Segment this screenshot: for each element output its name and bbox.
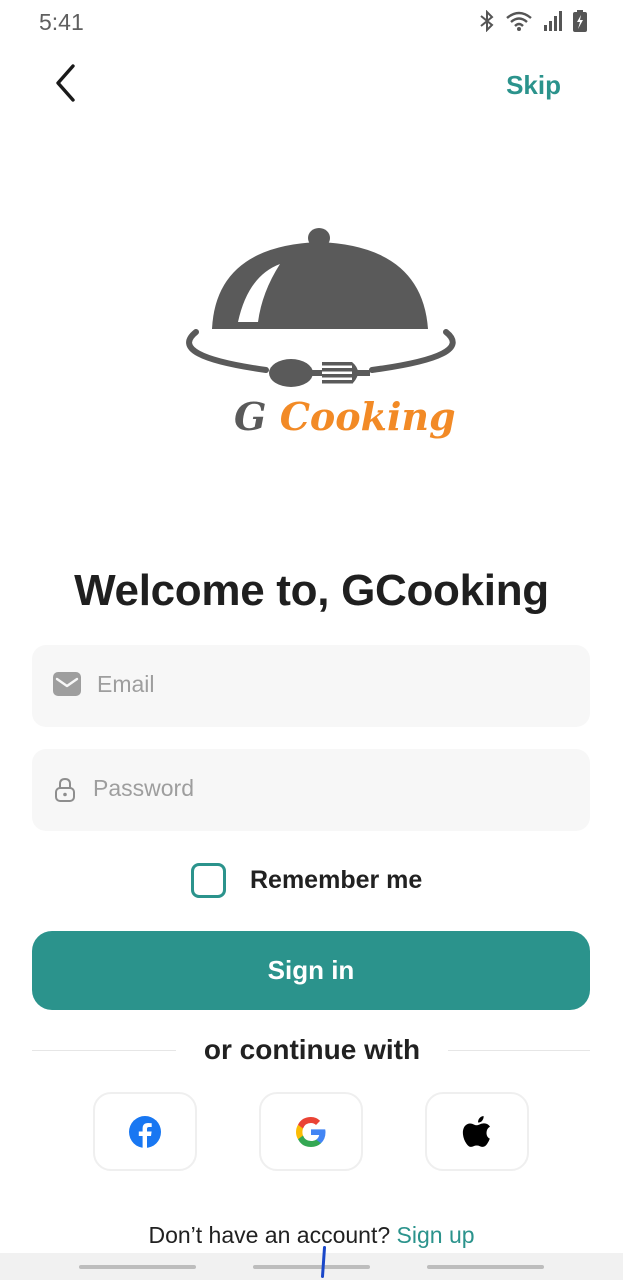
status-icons (479, 10, 587, 32)
login-screen: 5:41 Skip G Cooking Welcome to, GCooking… (0, 0, 623, 1280)
remember-me-checkbox[interactable] (191, 863, 226, 898)
wifi-icon (505, 10, 533, 32)
mail-icon (52, 671, 82, 702)
nav-recents-handle[interactable] (79, 1265, 196, 1269)
status-time: 5:41 (39, 9, 84, 35)
system-navigation-bar (0, 1253, 623, 1280)
page-title: Welcome to, GCooking (74, 566, 549, 615)
signal-icon (543, 10, 563, 32)
email-field[interactable]: Email (32, 645, 590, 727)
sign-in-button[interactable]: Sign in (32, 931, 590, 1010)
status-bar: 5:41 (0, 0, 623, 44)
logo-name: Cooking (279, 394, 456, 439)
chevron-left-icon (56, 64, 75, 102)
password-placeholder: Password (93, 775, 194, 801)
back-button[interactable] (44, 60, 88, 106)
logo-wordmark: G Cooking (234, 394, 456, 439)
apple-login-button[interactable] (425, 1092, 529, 1171)
lock-icon (54, 777, 76, 808)
sign-up-link[interactable]: Sign up (397, 1222, 475, 1248)
google-login-button[interactable] (259, 1092, 363, 1171)
facebook-icon (129, 1115, 161, 1148)
divider-line-right (448, 1050, 590, 1051)
facebook-login-button[interactable] (93, 1092, 197, 1171)
nav-home-handle[interactable] (253, 1265, 370, 1269)
battery-charging-icon (573, 10, 587, 32)
nav-back-handle[interactable] (427, 1265, 544, 1269)
apple-icon (462, 1115, 490, 1147)
remember-me-toggle[interactable]: Remember me (191, 863, 422, 898)
email-placeholder: Email (97, 671, 155, 697)
password-field[interactable]: Password (32, 749, 590, 831)
bluetooth-icon (479, 10, 495, 32)
signup-prompt-row: Don’t have an account? Sign up (0, 1222, 623, 1249)
remember-me-label: Remember me (250, 866, 423, 894)
continue-with-text: or continue with (203, 1034, 421, 1065)
sign-in-label: Sign in (267, 955, 355, 985)
skip-button[interactable]: Skip (506, 70, 561, 101)
google-icon (296, 1116, 326, 1147)
signup-prompt-text: Don’t have an account? (148, 1222, 391, 1248)
app-logo: G Cooking (176, 224, 466, 450)
logo-prefix: G (234, 394, 267, 439)
divider-line-left (32, 1050, 176, 1051)
